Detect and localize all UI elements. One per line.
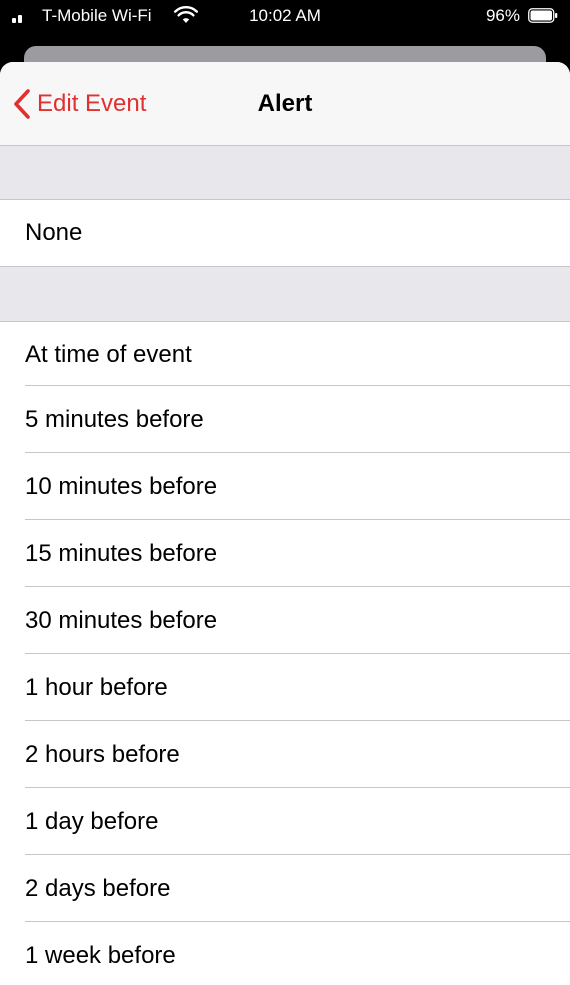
alert-option-5-minutes[interactable]: 5 minutes before: [0, 386, 570, 453]
alert-option-label: 1 hour before: [25, 674, 168, 701]
battery-icon: [528, 8, 558, 23]
alert-option-30-minutes[interactable]: 30 minutes before: [0, 587, 570, 654]
alert-option-label: 5 minutes before: [25, 406, 204, 433]
alert-sheet: Edit Event Alert None At time of event 5…: [0, 62, 570, 985]
alert-option-2-hours[interactable]: 2 hours before: [0, 721, 570, 788]
alert-option-none[interactable]: None: [0, 200, 570, 267]
alert-option-15-minutes[interactable]: 15 minutes before: [0, 520, 570, 587]
alert-option-label: 1 week before: [25, 942, 176, 969]
alert-option-1-hour[interactable]: 1 hour before: [0, 654, 570, 721]
alert-option-label: 1 day before: [25, 808, 159, 835]
page-title: Alert: [257, 90, 313, 117]
section-spacer: [0, 267, 570, 322]
alert-option-1-day[interactable]: 1 day before: [0, 788, 570, 855]
alert-option-10-minutes[interactable]: 10 minutes before: [0, 453, 570, 520]
alert-option-label: 30 minutes before: [25, 607, 218, 634]
alert-option-label: 15 minutes before: [25, 540, 218, 567]
navigation-bar: Edit Event Alert: [0, 62, 570, 146]
alert-option-1-week[interactable]: 1 week before: [0, 922, 570, 985]
status-time: 10:02 AM: [249, 6, 321, 25]
alert-option-label: 2 hours before: [25, 741, 180, 768]
section-spacer: [0, 146, 570, 200]
alert-option-label: 10 minutes before: [25, 473, 218, 500]
alert-option-label: At time of event: [25, 341, 192, 368]
alert-option-at-time[interactable]: At time of event: [0, 322, 570, 386]
alert-option-label: 2 days before: [25, 875, 171, 902]
status-bar: T-Mobile Wi-Fi 10:02 AM 96%: [0, 0, 570, 34]
alert-option-2-days[interactable]: 2 days before: [0, 855, 570, 922]
alert-option-label: None: [25, 219, 83, 246]
battery-percentage: 96%: [485, 6, 520, 25]
